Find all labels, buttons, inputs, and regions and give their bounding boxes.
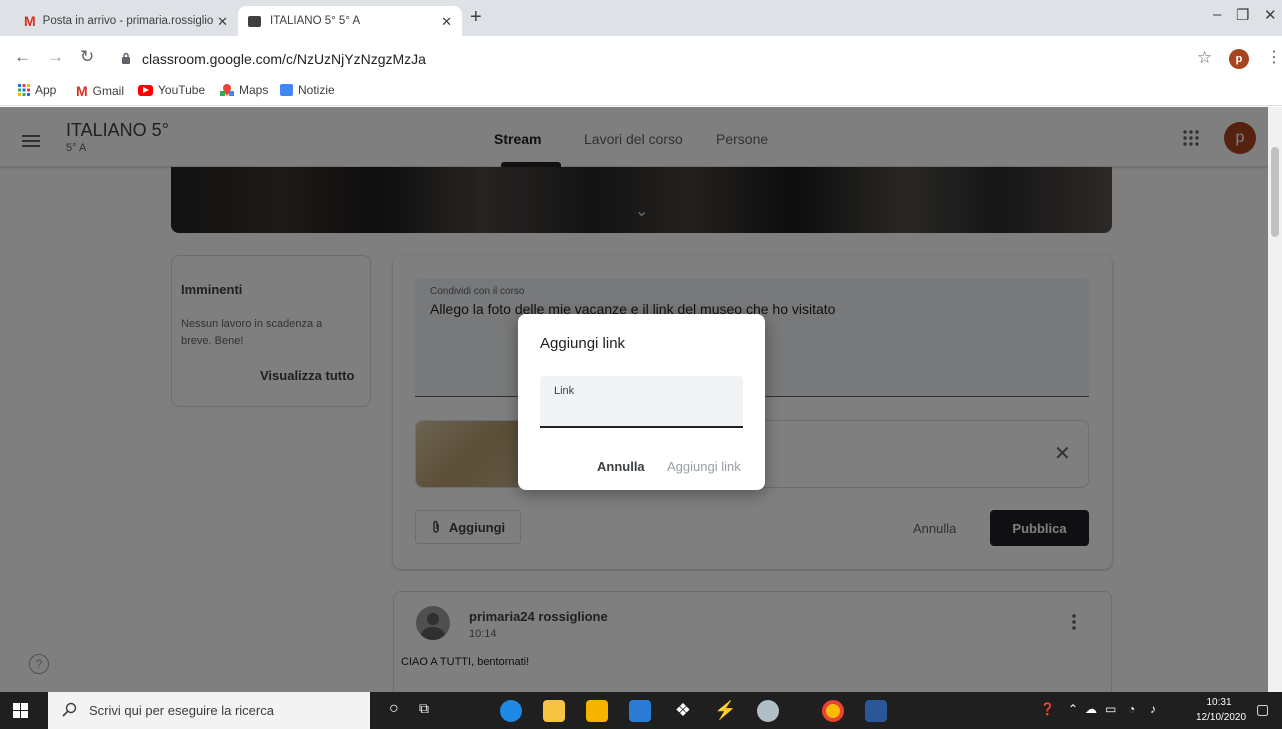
forward-icon[interactable]: → bbox=[47, 47, 64, 67]
app-icon[interactable]: ⚡ bbox=[714, 700, 736, 722]
restore-button[interactable]: ❐ bbox=[1236, 6, 1249, 24]
cortana-icon[interactable]: ○ bbox=[389, 700, 399, 718]
clock[interactable]: 10:31 12/10/2020 bbox=[1196, 695, 1247, 725]
news-icon bbox=[280, 84, 293, 96]
close-window-button[interactable]: ✕ bbox=[1264, 6, 1277, 24]
star-icon[interactable]: ☆ bbox=[1197, 48, 1212, 68]
more-vert-icon[interactable]: ⋮ bbox=[1266, 47, 1282, 67]
bookmark-label: YouTube bbox=[158, 83, 206, 97]
link-input[interactable] bbox=[552, 402, 732, 422]
paint-icon[interactable] bbox=[757, 700, 779, 722]
add-link-button[interactable]: Aggiungi link bbox=[667, 459, 741, 474]
gmail-icon: M bbox=[76, 83, 88, 99]
bookmark-label: App bbox=[35, 83, 57, 97]
help-tray-icon[interactable]: ❓ bbox=[1040, 702, 1055, 716]
chrome-icon[interactable] bbox=[822, 700, 844, 722]
bookmark-label: Gmail bbox=[92, 84, 125, 98]
search-icon bbox=[62, 702, 77, 717]
dropbox-icon[interactable]: ❖ bbox=[672, 700, 694, 722]
bookmark-notizie[interactable]: Notizie bbox=[280, 83, 335, 97]
cancel-button[interactable]: Annulla bbox=[597, 459, 645, 474]
bookmark-gmail[interactable]: M Gmail bbox=[76, 83, 124, 99]
chevron-up-icon[interactable]: ⌃ bbox=[1068, 702, 1078, 716]
bookmarks-bar: App M Gmail YouTube Maps Notizie bbox=[0, 76, 1282, 106]
classroom-icon bbox=[248, 15, 261, 27]
tab-classroom[interactable]: ITALIANO 5° 5° A ✕ bbox=[238, 6, 462, 36]
maps-icon bbox=[220, 83, 234, 97]
tab-gmail[interactable]: M Posta in arrivo - primaria.rossiglio ✕ bbox=[14, 6, 238, 36]
profile-avatar[interactable]: p bbox=[1229, 49, 1249, 69]
reload-icon[interactable]: ↻ bbox=[80, 47, 94, 67]
link-field-label: Link bbox=[554, 385, 575, 397]
lock-icon[interactable] bbox=[121, 52, 131, 64]
apps-grid-icon bbox=[18, 84, 30, 96]
windows-taskbar: Scrivi qui per eseguire la ricerca ○ ⧉ ❖… bbox=[0, 692, 1282, 729]
back-icon[interactable]: ← bbox=[14, 47, 31, 67]
onedrive-icon[interactable]: ☁ bbox=[1085, 702, 1097, 716]
tab-title: Posta in arrivo - primaria.rossiglio bbox=[42, 15, 213, 27]
add-link-dialog: Aggiungi link Link Annulla Aggiungi link bbox=[518, 314, 765, 490]
youtube-icon bbox=[138, 84, 153, 96]
address-bar[interactable]: classroom.google.com/c/NzUzNjYzNzgzMzJa bbox=[142, 51, 426, 67]
clock-date: 12/10/2020 bbox=[1196, 712, 1247, 723]
wifi-icon[interactable]: ◔ bbox=[1128, 702, 1135, 716]
scrollbar[interactable] bbox=[1268, 107, 1282, 692]
scrollbar-thumb[interactable] bbox=[1271, 147, 1279, 237]
taskbar-search[interactable]: Scrivi qui per eseguire la ricerca bbox=[48, 692, 370, 729]
dialog-title: Aggiungi link bbox=[540, 335, 626, 352]
file-explorer-icon[interactable] bbox=[543, 700, 565, 722]
minimize-button[interactable]: – bbox=[1213, 6, 1221, 23]
notifications-icon[interactable]: ▢ bbox=[1256, 701, 1269, 718]
link-field[interactable]: Link bbox=[540, 376, 743, 428]
battery-icon[interactable]: ▭ bbox=[1105, 702, 1116, 716]
search-placeholder: Scrivi qui per eseguire la ricerca bbox=[89, 703, 274, 718]
bookmark-apps[interactable]: App bbox=[18, 83, 56, 97]
gmail-icon: M bbox=[24, 13, 36, 29]
bookmark-label: Notizie bbox=[298, 83, 335, 97]
close-icon[interactable]: ✕ bbox=[441, 14, 452, 30]
mail-icon[interactable] bbox=[629, 700, 651, 722]
close-icon[interactable]: ✕ bbox=[217, 14, 228, 30]
store-icon[interactable] bbox=[586, 700, 608, 722]
new-tab-button[interactable]: + bbox=[470, 6, 482, 29]
windows-start-icon[interactable] bbox=[13, 703, 28, 718]
word-icon[interactable] bbox=[865, 700, 887, 722]
task-view-icon[interactable]: ⧉ bbox=[419, 700, 429, 717]
volume-icon[interactable]: ♪ bbox=[1150, 702, 1156, 716]
bookmark-youtube[interactable]: YouTube bbox=[138, 83, 205, 97]
edge-icon[interactable] bbox=[500, 700, 522, 722]
bookmark-maps[interactable]: Maps bbox=[220, 83, 268, 97]
tab-title: ITALIANO 5° 5° A bbox=[270, 15, 361, 27]
browser-tab-strip: M Posta in arrivo - primaria.rossiglio ✕… bbox=[0, 0, 1282, 36]
clock-time: 10:31 bbox=[1206, 697, 1232, 708]
bookmark-label: Maps bbox=[239, 83, 269, 97]
